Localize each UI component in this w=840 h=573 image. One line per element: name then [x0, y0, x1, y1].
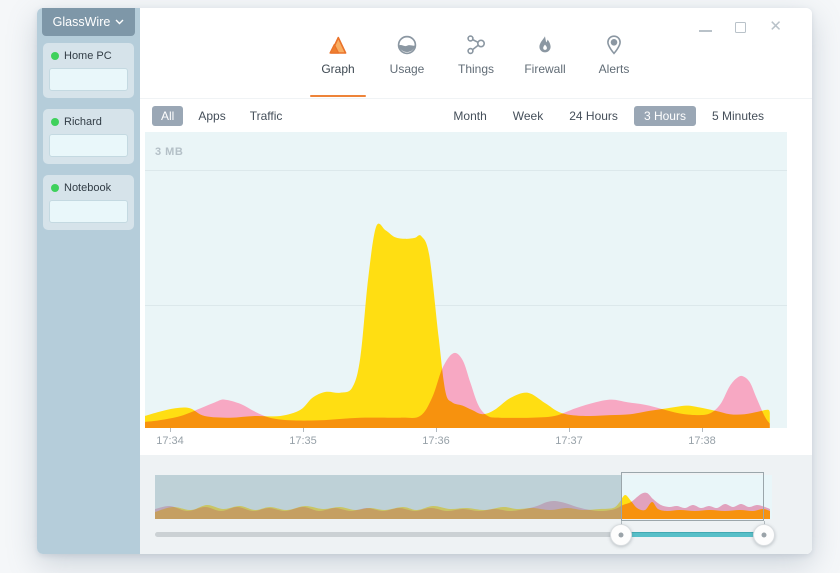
- tab-firewall[interactable]: Firewall: [518, 33, 573, 98]
- x-tick-label: 17:38: [688, 435, 716, 447]
- x-tick-mark: [569, 428, 570, 432]
- firewall-icon: [539, 36, 551, 53]
- overview-section: [140, 455, 812, 554]
- x-tick-label: 17:35: [289, 435, 317, 447]
- device-card-home-pc[interactable]: Home PC: [43, 43, 134, 98]
- scope-filter-group: All Apps Traffic: [152, 105, 292, 126]
- slider-handle-left[interactable]: [610, 524, 632, 546]
- device-sparkline: [49, 68, 128, 91]
- x-axis: 17:34 17:35 17:36 17:37 17:38: [145, 428, 787, 455]
- traffic-areas-svg: [145, 223, 770, 428]
- x-tick-label: 17:34: [156, 435, 184, 447]
- maximize-button[interactable]: [735, 20, 747, 34]
- minimize-button[interactable]: [699, 20, 713, 34]
- usage-icon: [397, 35, 417, 55]
- device-card-richard[interactable]: Richard: [43, 109, 134, 164]
- device-name: Notebook: [64, 182, 112, 194]
- range-5-minutes[interactable]: 5 Minutes: [702, 106, 774, 126]
- range-3-hours[interactable]: 3 Hours: [633, 105, 696, 126]
- slider-selected-range[interactable]: [621, 532, 764, 537]
- x-tick-mark: [170, 428, 171, 432]
- range-week[interactable]: Week: [503, 106, 553, 126]
- x-tick-mark: [303, 428, 304, 432]
- x-tick-label: 17:36: [422, 435, 450, 447]
- chevron-down-icon: [115, 19, 124, 25]
- handle-dot: [761, 532, 767, 538]
- handle-dot: [618, 532, 624, 538]
- minimap-selection[interactable]: [621, 472, 764, 521]
- time-range-group: Month Week 24 Hours 3 Hours 5 Minutes: [443, 105, 774, 126]
- close-button[interactable]: ✕: [769, 19, 782, 34]
- filter-traffic[interactable]: Traffic: [241, 106, 292, 126]
- tab-alerts[interactable]: Alerts: [587, 33, 642, 98]
- device-sparkline: [49, 134, 128, 157]
- glasswire-dropdown-label: GlassWire: [52, 15, 111, 29]
- glasswire-window: GlassWire Home PC Richard Notebook ✕ Gra…: [37, 8, 812, 554]
- tab-label: Graph: [321, 62, 355, 76]
- device-name: Home PC: [64, 50, 112, 62]
- y-max-label: 3 MB: [155, 146, 184, 158]
- filter-bar: All Apps Traffic Month Week 24 Hours 3 H…: [140, 98, 812, 132]
- alerts-icon: [607, 35, 621, 55]
- range-month[interactable]: Month: [443, 106, 496, 126]
- x-tick-mark: [702, 428, 703, 432]
- tab-label: Things: [457, 62, 495, 76]
- x-tick-mark: [436, 428, 437, 432]
- tab-label: Firewall: [524, 62, 566, 76]
- online-status-dot: [51, 184, 59, 192]
- x-tick-label: 17:37: [555, 435, 583, 447]
- tab-usage[interactable]: Usage: [380, 33, 435, 98]
- slider-track[interactable]: [155, 532, 772, 537]
- main-panel: ✕ Graph Usage Things Firewall Alerts All…: [140, 8, 812, 554]
- maximize-icon: [735, 21, 747, 33]
- window-controls: ✕: [699, 19, 782, 34]
- minimize-icon: [699, 30, 713, 32]
- device-sparkline: [49, 200, 128, 223]
- tab-label: Usage: [389, 62, 425, 76]
- tab-label: Alerts: [598, 62, 630, 76]
- graph-icon: [329, 36, 347, 54]
- tab-graph[interactable]: Graph: [310, 33, 366, 98]
- nav-tabs: Graph Usage Things Firewall Alerts: [310, 8, 642, 98]
- tab-things[interactable]: Things: [449, 33, 504, 98]
- filter-apps[interactable]: Apps: [189, 106, 234, 126]
- slider-handle-right[interactable]: [753, 524, 775, 546]
- online-status-dot: [51, 52, 59, 60]
- device-card-notebook[interactable]: Notebook: [43, 175, 134, 230]
- online-status-dot: [51, 118, 59, 126]
- traffic-chart[interactable]: 3 MB: [145, 132, 787, 428]
- filter-all[interactable]: All: [152, 105, 184, 126]
- device-name: Richard: [64, 116, 102, 128]
- active-tab-underline: [310, 95, 366, 97]
- range-24-hours[interactable]: 24 Hours: [559, 106, 628, 126]
- things-icon: [467, 35, 486, 55]
- sidebar: GlassWire Home PC Richard Notebook: [37, 8, 140, 554]
- glasswire-dropdown[interactable]: GlassWire: [42, 8, 135, 36]
